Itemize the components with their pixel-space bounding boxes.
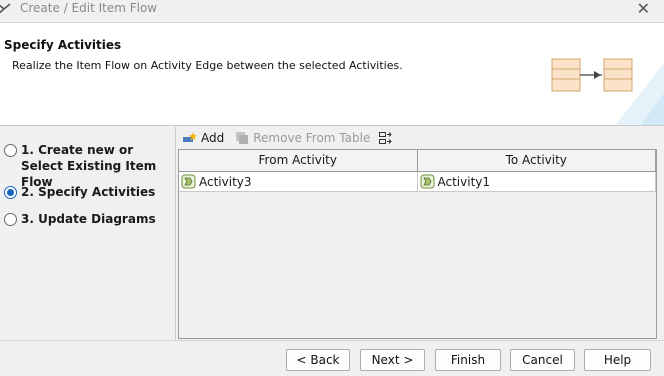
table-options-button[interactable]	[378, 130, 397, 146]
cancel-button[interactable]: Cancel	[510, 349, 575, 371]
remove-from-table-button[interactable]: Remove From Table	[234, 130, 370, 146]
app-icon	[0, 3, 11, 14]
add-button[interactable]: Add	[182, 130, 224, 146]
to-activity-name: Activity1	[437, 174, 491, 189]
add-icon	[183, 132, 197, 142]
title-bar: Create / Edit Item Flow ✕	[0, 0, 664, 22]
step-create-item-flow[interactable]: 1. Create new or Select Existing Item Fl…	[4, 142, 175, 190]
table-toolbar: Add Remove From Table	[177, 127, 664, 149]
step-3-radio[interactable]	[4, 213, 17, 226]
finish-button[interactable]: Finish	[435, 349, 501, 371]
activity-icon	[420, 174, 434, 189]
activity-icon	[181, 174, 196, 189]
add-label: Add	[201, 131, 225, 145]
item-flow-illustration-icon	[551, 58, 664, 125]
to-activity-cell[interactable]: Activity1	[417, 172, 656, 192]
remove-label: Remove From Table	[253, 131, 371, 145]
step-3-label: 3. Update Diagrams	[21, 212, 156, 226]
table-header: From Activity To Activity	[179, 150, 656, 172]
column-header-from-activity[interactable]: From Activity	[179, 150, 418, 172]
step-1-radio[interactable]	[4, 144, 17, 157]
back-button[interactable]: < Back	[286, 349, 350, 371]
from-activity-cell[interactable]: Activity3	[179, 172, 418, 192]
column-header-to-activity[interactable]: To Activity	[417, 150, 656, 172]
next-button[interactable]: Next >	[360, 349, 425, 371]
step-2-radio[interactable]	[4, 186, 17, 199]
remove-icon	[236, 132, 249, 144]
step-1-label: 1. Create new or Select Existing Item Fl…	[21, 143, 157, 189]
activities-panel: Add Remove From Table From Activity To A…	[177, 127, 664, 340]
step-2-label: 2. Specify Activities	[21, 185, 156, 199]
table-options-icon	[379, 132, 393, 144]
page-description: Realize the Item Flow on Activity Edge b…	[12, 59, 403, 72]
step-update-diagrams[interactable]: 3. Update Diagrams	[4, 211, 156, 227]
from-activity-name: Activity3	[199, 174, 252, 189]
page-heading: Specify Activities	[4, 38, 122, 52]
step-specify-activities[interactable]: 2. Specify Activities	[4, 184, 155, 200]
wizard-banner: Specify Activities Realize the Item Flow…	[0, 22, 664, 126]
table-row[interactable]: Activity3 Activity1	[179, 172, 656, 192]
dialog-footer: < Back Next > Finish Cancel Help	[0, 340, 664, 376]
close-icon[interactable]: ✕	[637, 0, 650, 18]
activities-table: From Activity To Activity Activity3 Acti…	[178, 149, 657, 339]
wizard-steps: 1. Create new or Select Existing Item Fl…	[0, 127, 176, 340]
help-button[interactable]: Help	[584, 349, 651, 371]
window-title: Create / Edit Item Flow	[20, 1, 158, 15]
